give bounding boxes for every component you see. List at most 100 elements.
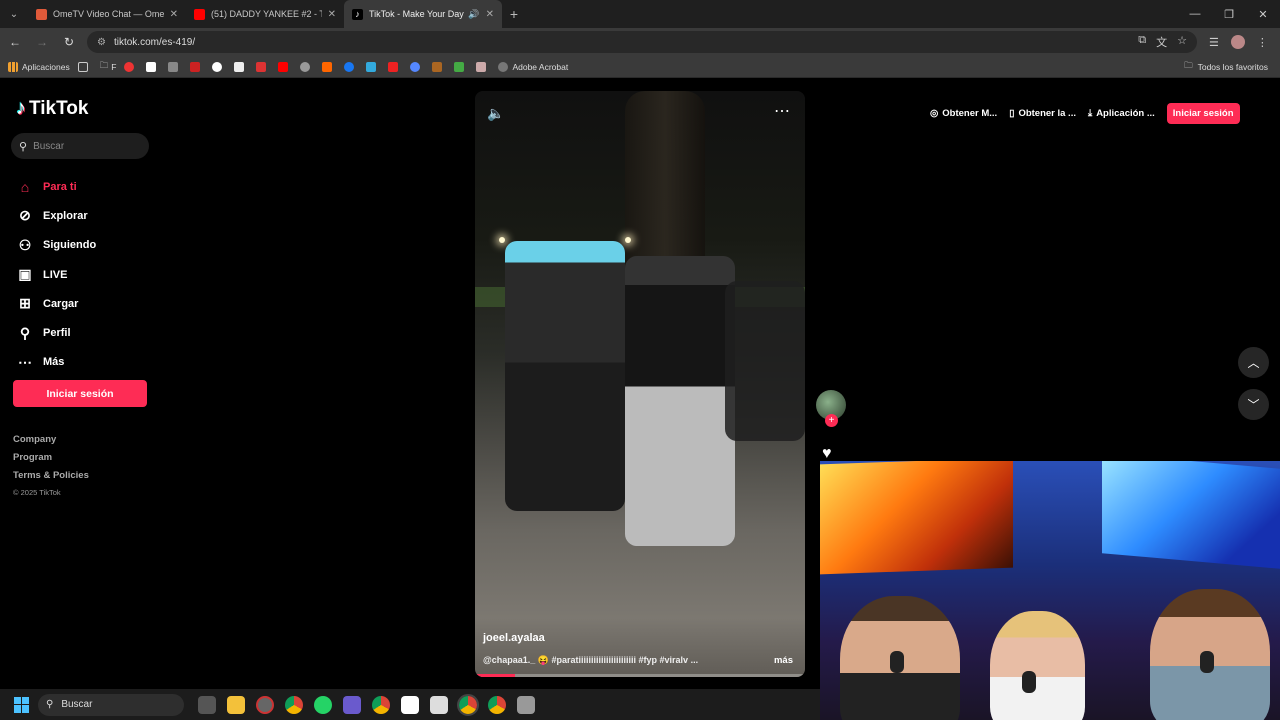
- bookmark-site[interactable]: [410, 61, 424, 72]
- taskbar-search[interactable]: ⚲ Buscar: [38, 693, 184, 716]
- close-tab-icon[interactable]: ✕: [328, 9, 336, 20]
- video-username[interactable]: joeel.ayalaa: [483, 632, 545, 644]
- bookmark-site[interactable]: [322, 61, 336, 72]
- reload-icon[interactable]: ↻: [57, 30, 81, 54]
- browser-toolbar: ← → ↻ ⚙ tiktok.com/es-419/ ⧉ 文 ☆ ☰ ⋮: [0, 28, 1280, 56]
- bookmark-facebook[interactable]: [344, 61, 358, 72]
- action-label: Obtener M...: [942, 107, 998, 119]
- whatsapp-icon[interactable]: [314, 695, 332, 714]
- close-window-icon[interactable]: ✕: [1246, 0, 1280, 28]
- bookmark-site[interactable]: [256, 61, 270, 72]
- bookmark-adobe-acrobat[interactable]: Adobe Acrobat: [498, 61, 568, 72]
- bystanders: [725, 281, 805, 441]
- translate-icon[interactable]: 文: [1156, 34, 1167, 50]
- bookmark-folder-f[interactable]: 🗀 F: [100, 60, 117, 74]
- program-link[interactable]: Program: [13, 452, 89, 470]
- new-tab-button[interactable]: +: [502, 6, 526, 22]
- reading-list-icon[interactable]: ☰: [1209, 36, 1219, 49]
- bookmark-site[interactable]: [124, 61, 138, 72]
- sidebar-item-siguiendo[interactable]: ⚇ Siguiendo: [16, 231, 96, 260]
- bookmark-grid[interactable]: [77, 61, 92, 72]
- sidebar-item-cargar[interactable]: ⊞ Cargar: [16, 289, 96, 318]
- obtain-coins-button[interactable]: ◎ Obtener M...: [930, 108, 997, 119]
- sidebar-item-label: Perfil: [43, 327, 71, 340]
- tab-search-icon[interactable]: ⌄: [0, 0, 28, 28]
- bookmark-site[interactable]: [366, 61, 380, 72]
- caption-more-link[interactable]: más: [774, 655, 793, 666]
- chrome-icon[interactable]: [457, 693, 479, 716]
- chrome-icon[interactable]: [372, 695, 390, 714]
- ometv-icon: [36, 8, 47, 20]
- next-video-button[interactable]: ﹀: [1238, 389, 1269, 420]
- bookmark-youtube[interactable]: [278, 61, 292, 72]
- login-button[interactable]: Iniciar sesión: [13, 380, 147, 407]
- sidebar-item-live[interactable]: ▣ LIVE: [16, 260, 96, 289]
- tiktok-logo[interactable]: ♪ TikTok: [16, 97, 88, 120]
- video-progress-bar[interactable]: [475, 674, 805, 677]
- app-icon[interactable]: [256, 695, 274, 714]
- bookmark-site[interactable]: [168, 61, 182, 72]
- cast-icon[interactable]: ⧉: [1138, 34, 1146, 50]
- sidebar-item-label: Explorar: [43, 209, 88, 222]
- chevron-up-icon: ︿: [1247, 356, 1260, 370]
- app-icon[interactable]: [430, 695, 448, 714]
- audio-playing-icon[interactable]: 🔊: [468, 9, 479, 20]
- all-bookmarks[interactable]: 🗀 Todos los favoritos: [1184, 60, 1268, 74]
- sidebar-item-explorar[interactable]: ⊘ Explorar: [16, 201, 96, 230]
- capcut-icon[interactable]: [401, 695, 419, 714]
- bookmark-site[interactable]: [146, 61, 160, 72]
- address-bar[interactable]: ⚙ tiktok.com/es-419/ ⧉ 文 ☆: [87, 31, 1197, 53]
- download-app-button[interactable]: ⤓ Aplicación ...: [1088, 108, 1155, 119]
- tab-youtube[interactable]: (51) DADDY YANKEE #2 - TURR ✕: [186, 0, 344, 28]
- close-tab-icon[interactable]: ✕: [486, 9, 494, 20]
- tab-ometv[interactable]: OmeTV Video Chat — Omegle ✕: [28, 0, 186, 28]
- app-icon[interactable]: [517, 695, 535, 714]
- profile-avatar-icon[interactable]: [1230, 35, 1245, 49]
- file-explorer-icon[interactable]: [227, 695, 245, 714]
- restore-icon[interactable]: ❐: [1212, 0, 1246, 28]
- back-icon[interactable]: ←: [3, 30, 27, 54]
- windows-start-icon[interactable]: [14, 696, 30, 713]
- bookmark-google[interactable]: [212, 61, 226, 72]
- close-tab-icon[interactable]: ✕: [170, 9, 178, 20]
- follow-plus-icon[interactable]: +: [825, 414, 838, 427]
- task-view-icon[interactable]: [198, 695, 216, 714]
- site-info-icon[interactable]: ⚙: [97, 37, 106, 48]
- bookmark-site[interactable]: [234, 61, 248, 72]
- app-icon[interactable]: [343, 695, 361, 714]
- video-player[interactable]: 🔈 ⋯ joeel.ayalaa @chapaa1._ 😝 #paratiiii…: [475, 91, 805, 677]
- site-icon: [322, 61, 333, 72]
- search-input[interactable]: ⚲ Buscar: [11, 133, 149, 159]
- forward-icon[interactable]: →: [30, 30, 54, 54]
- login-top-button[interactable]: Iniciar sesión: [1166, 102, 1240, 124]
- site-icon: [168, 61, 179, 72]
- bookmark-star-icon[interactable]: ☆: [1177, 34, 1187, 50]
- volume-icon[interactable]: 🔈: [487, 105, 504, 122]
- menu-icon[interactable]: ⋮: [1257, 36, 1268, 49]
- bookmark-site[interactable]: [190, 61, 204, 72]
- company-link[interactable]: Company: [13, 434, 89, 452]
- sidebar-item-perfil[interactable]: ⚲ Perfil: [16, 318, 96, 347]
- tiktok-note-icon: ♪: [16, 97, 26, 119]
- bookmark-site[interactable]: [476, 61, 490, 72]
- obtain-app-button[interactable]: ▯ Obtener la ...: [1009, 108, 1076, 119]
- download-icon: ⤓: [1087, 107, 1093, 119]
- chrome-icon[interactable]: [285, 695, 303, 714]
- bookmark-site[interactable]: [432, 61, 446, 72]
- site-icon: [432, 61, 443, 72]
- webcam-overlay: [820, 461, 1280, 720]
- screen: ⌄ OmeTV Video Chat — Omegle ✕ (51) DADDY…: [0, 0, 1280, 720]
- bookmark-site[interactable]: [454, 61, 468, 72]
- bookmark-apps[interactable]: Aplicaciones: [8, 61, 70, 72]
- browser-tab-strip: ⌄ OmeTV Video Chat — Omegle ✕ (51) DADDY…: [0, 0, 1280, 28]
- more-options-icon[interactable]: ⋯: [774, 101, 791, 121]
- previous-video-button[interactable]: ︿: [1238, 347, 1269, 378]
- sidebar-item-para-ti[interactable]: ⌂ Para ti: [16, 172, 96, 201]
- sidebar-item-mas[interactable]: ⋯ Más: [16, 348, 96, 377]
- bookmark-site[interactable]: [300, 61, 314, 72]
- bookmark-site[interactable]: [388, 61, 402, 72]
- tab-tiktok[interactable]: ♪ TikTok - Make Your Day 🔊 ✕: [344, 0, 502, 28]
- minimize-icon[interactable]: —: [1178, 0, 1212, 28]
- terms-link[interactable]: Terms & Policies: [13, 470, 89, 488]
- chrome-icon[interactable]: [488, 695, 506, 714]
